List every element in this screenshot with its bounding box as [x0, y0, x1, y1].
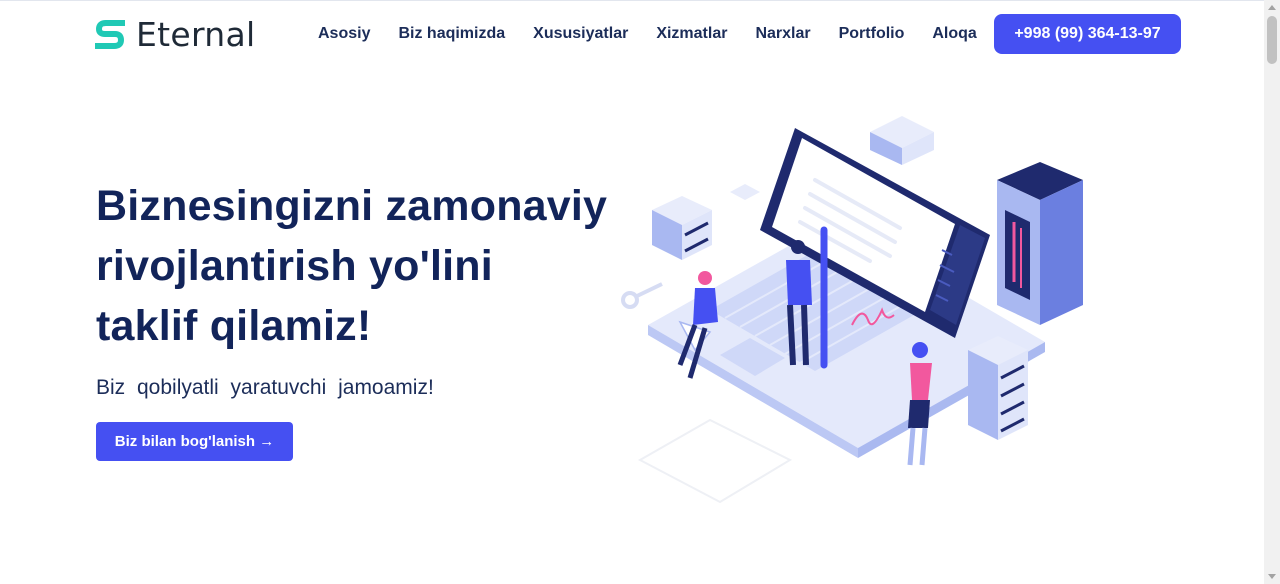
nav-item-xususiyatlar[interactable]: Xususiyatlar	[519, 22, 642, 46]
nav-item-biz-haqimizda[interactable]: Biz haqimizda	[384, 22, 519, 46]
scroll-thumb[interactable]	[1267, 16, 1277, 64]
page-scrollbar[interactable]	[1264, 0, 1280, 584]
nav-item-narxlar[interactable]: Narxlar	[741, 22, 824, 46]
isometric-laptop-team-illustration	[621, 116, 1083, 504]
site-header: Eternal Asosiy Biz haqimizda Xususiyatla…	[0, 0, 1264, 68]
nav-item-xizmatlar[interactable]: Xizmatlar	[642, 22, 741, 46]
hero-title-line-3: taklif qilamiz!	[96, 302, 372, 350]
nav-item-asosiy[interactable]: Asosiy	[304, 22, 384, 46]
scroll-down-arrow-icon[interactable]	[1268, 574, 1276, 579]
hero-title-line-1: Biznesingizni zamonaviy	[96, 182, 608, 230]
brand-name: Eternal	[136, 14, 256, 54]
contact-us-button[interactable]: Biz bilan bog'lanish →	[96, 422, 293, 461]
nav-item-aloqa[interactable]: Aloqa	[918, 22, 990, 46]
main-nav: Asosiy Biz haqimizda Xususiyatlar Xizmat…	[304, 22, 991, 46]
nav-item-portfolio[interactable]: Portfolio	[825, 22, 919, 46]
hero-subtitle: Biz qobilyatli yaratuvchi jamoamiz!	[96, 376, 434, 399]
scroll-up-arrow-icon[interactable]	[1268, 5, 1276, 10]
hero-title: Biznesingizni zamonaviy rivojlantirish y…	[96, 176, 616, 356]
phone-button[interactable]: +998 (99) 364-13-97	[994, 14, 1181, 54]
hero-title-line-2: rivojlantirish yo'lini	[96, 242, 493, 290]
brand-logo[interactable]: Eternal	[94, 14, 256, 54]
eternal-s-logo-icon	[95, 20, 125, 49]
